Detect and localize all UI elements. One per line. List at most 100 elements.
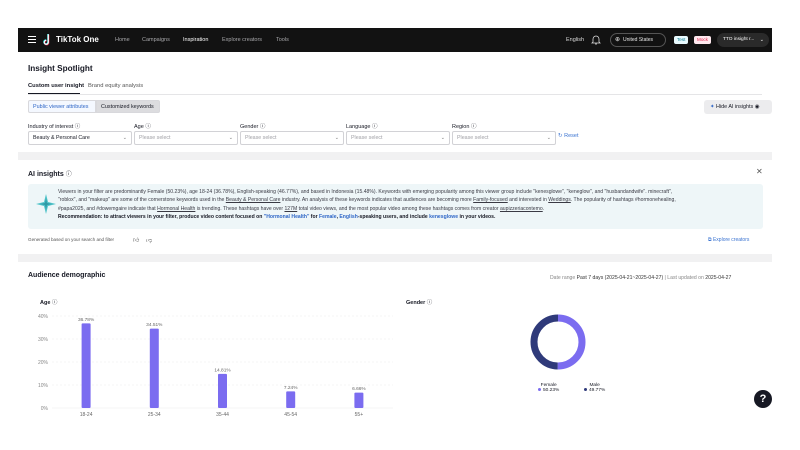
filter-label-language: Language ⓘ [346,124,378,130]
app-logo-text[interactable]: TikTok One [56,28,99,52]
industry-select[interactable]: Beauty & Personal Care ⌄ [28,131,132,145]
tab-brand-equity-analysis[interactable]: Brand equity analysis [88,83,143,89]
age-chart-title: Age ⓘ [40,300,58,306]
age-bar-25-34 [149,328,159,408]
tab-custom-user-insight[interactable]: Custom user insight [28,83,84,89]
hide-ai-insights-button[interactable]: ✦ Hide AI insights ◉ [704,100,772,114]
chevron-down-icon: ⌄ [546,135,551,141]
chevron-down-icon: ⌄ [122,135,127,141]
ai-insight-box: Viewers in your filter are predominantly… [28,184,763,229]
y-tick-label: 30% [38,337,49,343]
bar-value-label: 36.78% [78,317,95,323]
explore-creators-link[interactable]: ⧉ Explore creators [708,237,749,243]
region-filter-select[interactable]: Please select ⌄ [452,131,556,145]
nav-tools[interactable]: Tools [276,28,289,52]
industry-link[interactable]: Beauty & Personal Care [226,197,281,203]
tab-divider [28,94,762,95]
account-switcher[interactable]: TTO insight r... ⌄ [717,33,769,47]
app-window: TikTok One Home Campaigns Inspiration Ex… [18,28,772,436]
y-tick-label: 10% [38,383,49,389]
ai-sparkle-icon [36,194,56,214]
x-tick-label: 25-34 [148,412,161,418]
language-selector[interactable]: English [566,28,584,52]
legend-dot [584,388,587,392]
family-focused-link[interactable]: Family-focused [473,197,508,203]
legend-female: Female 50.23% [538,383,559,393]
nav-home[interactable]: Home [115,28,130,52]
audience-title: Audience demographic [28,272,106,279]
filter-label-gender: Gender ⓘ [240,124,266,130]
bar-value-label: 14.81% [214,367,231,373]
nav-inspiration[interactable]: Inspiration [183,28,208,52]
close-icon[interactable]: ✕ [756,167,763,176]
bar-value-label: 6.66% [352,386,366,392]
creator-link[interactable]: aupizzeriacontemo [500,206,543,212]
gender-donut-chart [530,314,586,370]
ai-insights-title: AI insights ⓘ [28,171,72,178]
info-icon: ⓘ [145,124,151,130]
eye-icon: ◉ [754,104,760,110]
reset-button[interactable]: ↻ Reset [558,133,579,139]
gender-select[interactable]: Please select ⌄ [240,131,344,145]
bar-value-label: 7.24% [284,385,298,391]
filter-label-age: Age ⓘ [134,124,151,130]
hormonal-health-link[interactable]: Hormonal Health [157,206,195,212]
ai-insights-panel: AI insights ⓘ ✕ Viewers in your filter a… [18,160,772,254]
help-button[interactable]: ? [754,390,772,408]
region-label: United States [623,37,654,43]
audience-demographic-panel: Audience demographic Date range Past 7 d… [18,262,772,436]
info-icon: ⓘ [51,300,58,306]
gender-slice-male [530,314,559,370]
weddings-link[interactable]: Weddings [548,197,571,203]
menu-icon[interactable] [28,36,36,43]
info-icon: ⓘ [74,124,81,130]
thumbs-down-icon[interactable]: 👎︎ [146,236,152,244]
bell-icon[interactable] [591,34,601,45]
chevron-down-icon: ⌄ [334,135,339,141]
age-select[interactable]: Please select ⌄ [134,131,238,145]
external-link-icon: ⧉ [708,237,712,243]
tiktok-logo-icon [43,34,50,46]
x-tick-label: 35-44 [216,412,229,418]
nav-campaigns[interactable]: Campaigns [142,28,170,52]
gender-slice-female [557,314,586,370]
hide-ai-label: Hide AI insights [716,104,754,110]
filter-label-industry: Industry of interest ⓘ [28,124,81,130]
x-tick-label: 18-24 [80,412,93,418]
info-icon: ⓘ [372,124,378,130]
refresh-icon: ↻ [558,133,563,139]
legend-dot [538,388,541,392]
page-header-panel: Insight Spotlight Custom user insight Br… [18,52,772,152]
age-bar-55+ [354,392,364,408]
page-title: Insight Spotlight [28,64,93,73]
info-icon: ⓘ [65,172,72,178]
age-bar-18-24 [81,323,91,408]
mock-badge: Mock [694,36,711,44]
legend-male: Male 49.77% [584,383,605,393]
segment-customized-keywords[interactable]: Customized keywords [96,100,160,113]
active-tab-indicator [28,93,80,95]
bar-value-label: 34.51% [146,322,163,328]
language-select[interactable]: Please select ⌄ [346,131,450,145]
top-navigation-bar: TikTok One Home Campaigns Inspiration Ex… [18,28,772,52]
segment-public-viewer-attributes[interactable]: Public viewer attributes [28,100,96,113]
account-name: TTO insight r... [723,37,755,42]
thumbs-up-icon[interactable]: 👍︎ [133,236,139,244]
y-tick-label: 20% [38,360,49,366]
age-bar-chart: 0% 10% 20% 30% 40% 36.78% 18-24 34.51% 25-34 14.8… [38,314,393,418]
y-tick-label: 0% [41,406,49,412]
ai-footer-note: Generated based on your search and filte… [28,237,115,242]
test-badge: Test [674,36,689,44]
info-icon: ⓘ [259,124,266,130]
views-link[interactable]: 127M [284,206,297,212]
filter-label-region: Region ⓘ [452,124,477,130]
chevron-down-icon: ⌄ [759,37,764,43]
y-tick-label: 40% [38,314,49,320]
age-bar-45-54 [286,391,296,408]
gender-chart-title: Gender ⓘ [406,300,433,306]
x-tick-label: 55+ [355,412,364,418]
region-selector[interactable]: ⊕ United States [610,33,666,47]
x-tick-label: 45-54 [284,412,297,418]
ai-insight-text: Viewers in your filter are predominantly… [58,189,676,221]
nav-explore-creators[interactable]: Explore creators [222,28,262,52]
